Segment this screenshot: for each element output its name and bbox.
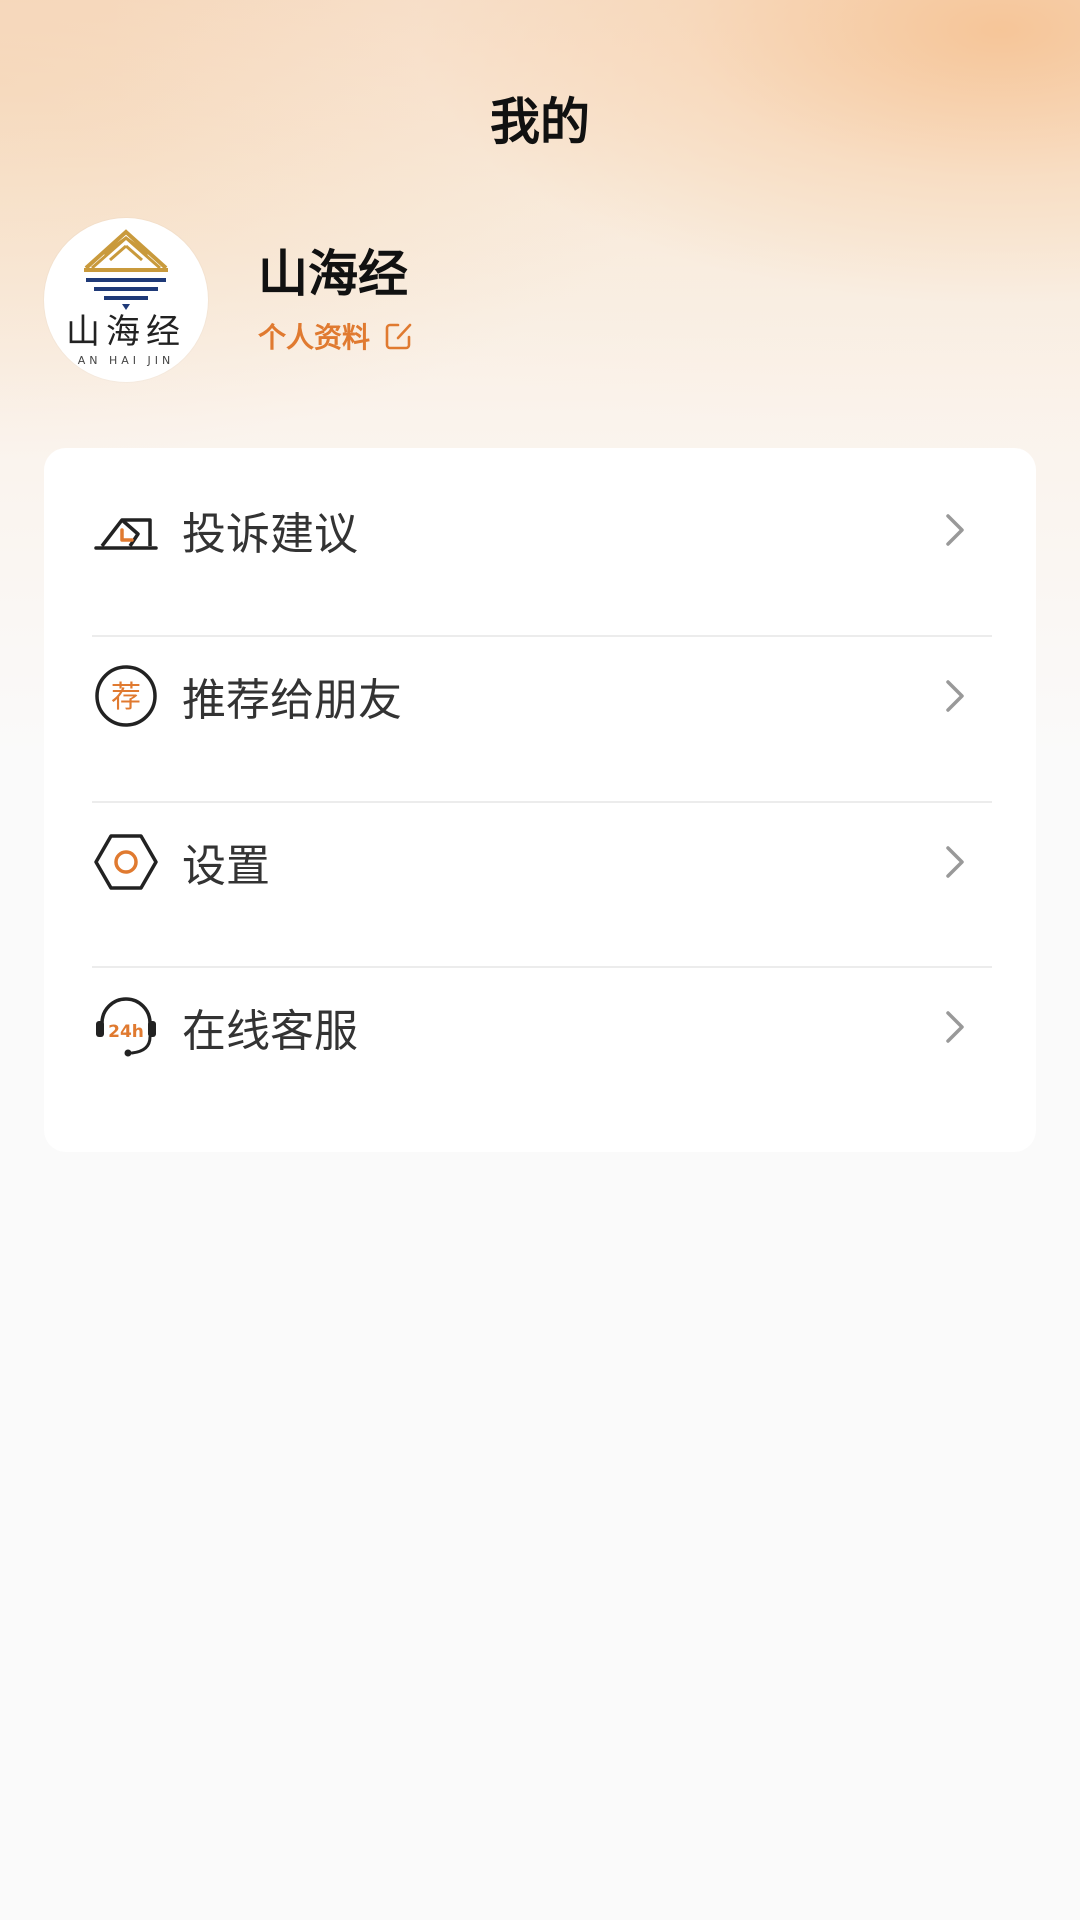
avatar-logo-subtext: AN HAI JIN [78, 354, 175, 367]
chevron-right-icon [946, 680, 964, 712]
menu-card: 投诉建议 荐 推荐给朋友 设置 24h 在线客服 [44, 448, 1036, 1152]
menu-item-complaint[interactable]: 投诉建议 [92, 448, 992, 612]
menu-item-label: 设置 [182, 841, 270, 892]
avatar-logo-text: 山海经 [66, 312, 186, 352]
menu-item-label: 投诉建议 [182, 509, 358, 560]
menu-item-settings[interactable]: 设置 [92, 780, 992, 944]
menu-item-recommend[interactable]: 荐 推荐给朋友 [92, 614, 992, 778]
menu-item-label: 在线客服 [182, 1006, 358, 1057]
recommend-icon: 荐 [92, 662, 160, 730]
shanhaijing-logo-icon: 山海经 AN HAI JIN [66, 229, 186, 367]
avatar[interactable]: 山海经 AN HAI JIN [44, 218, 208, 382]
menu-item-customer-service[interactable]: 24h 在线客服 [92, 945, 992, 1109]
recommend-icon-text: 荐 [111, 680, 141, 715]
menu-item-label: 推荐给朋友 [182, 675, 402, 726]
customer-service-icon-text: 24h [108, 1022, 144, 1042]
customer-service-icon: 24h [92, 993, 160, 1061]
username: 山海经 [258, 245, 408, 303]
edit-icon [385, 323, 412, 350]
chevron-right-icon [946, 1011, 964, 1043]
complaint-icon [92, 496, 160, 564]
edit-profile-label: 个人资料 [258, 321, 371, 354]
settings-icon [92, 828, 160, 896]
profile-info: 山海经 个人资料 [258, 244, 414, 356]
chevron-right-icon [946, 514, 964, 546]
chevron-right-icon [946, 846, 964, 878]
profile-section: 山海经 AN HAI JIN 山海经 个人资料 [44, 218, 414, 382]
page-title: 我的 [490, 93, 590, 151]
edit-profile-link[interactable]: 个人资料 [258, 316, 414, 356]
